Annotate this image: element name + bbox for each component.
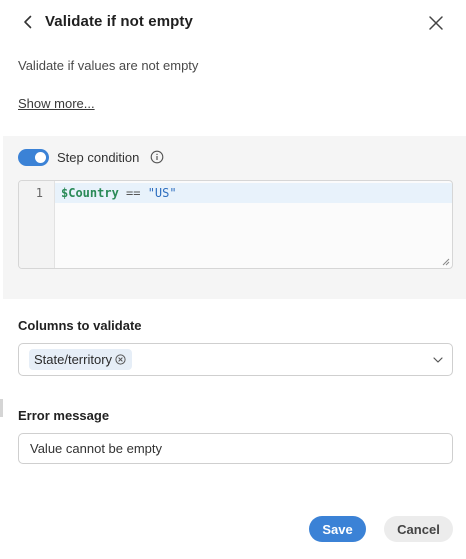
- validation-step-panel: Validate if not empty Validate if values…: [0, 0, 466, 559]
- chevron-down-icon[interactable]: [432, 354, 444, 366]
- column-chip: State/territory: [29, 349, 133, 370]
- step-description: Validate if values are not empty: [18, 58, 199, 73]
- code-string: "US": [147, 186, 177, 200]
- save-button[interactable]: Save: [309, 516, 366, 542]
- close-button[interactable]: [424, 11, 448, 35]
- step-condition-toggle[interactable]: [18, 149, 49, 166]
- resize-grip-icon[interactable]: [442, 258, 450, 266]
- step-condition-label: Step condition: [57, 150, 140, 165]
- info-icon[interactable]: [150, 150, 164, 164]
- show-more-link[interactable]: Show more...: [18, 96, 95, 111]
- info-circle-icon: [150, 150, 164, 164]
- chip-remove-button[interactable]: [115, 354, 126, 365]
- panel-header: Validate if not empty: [0, 0, 466, 46]
- code-variable: $Country: [61, 186, 119, 200]
- code-operator: ==: [118, 186, 148, 200]
- error-message-field[interactable]: [18, 433, 453, 464]
- error-message-label: Error message: [18, 408, 110, 423]
- columns-to-validate-label: Columns to validate: [18, 318, 142, 333]
- columns-multiselect[interactable]: State/territory: [18, 343, 453, 376]
- line-gutter: 1: [19, 181, 55, 268]
- chevron-left-icon: [24, 15, 32, 29]
- code-line: $Country == "US": [61, 186, 177, 200]
- toggle-knob: [35, 152, 46, 163]
- close-icon: [429, 16, 443, 30]
- dropdown-arrow-icon: [433, 357, 443, 363]
- line-number: 1: [35, 186, 43, 200]
- panel-title: Validate if not empty: [45, 13, 193, 30]
- remove-circle-icon: [115, 354, 126, 365]
- condition-code-editor[interactable]: 1 $Country == "US": [18, 180, 453, 269]
- scroll-indicator: [0, 399, 3, 417]
- chip-label: State/territory: [34, 352, 113, 367]
- back-button[interactable]: [18, 11, 38, 33]
- cancel-button[interactable]: Cancel: [384, 516, 453, 542]
